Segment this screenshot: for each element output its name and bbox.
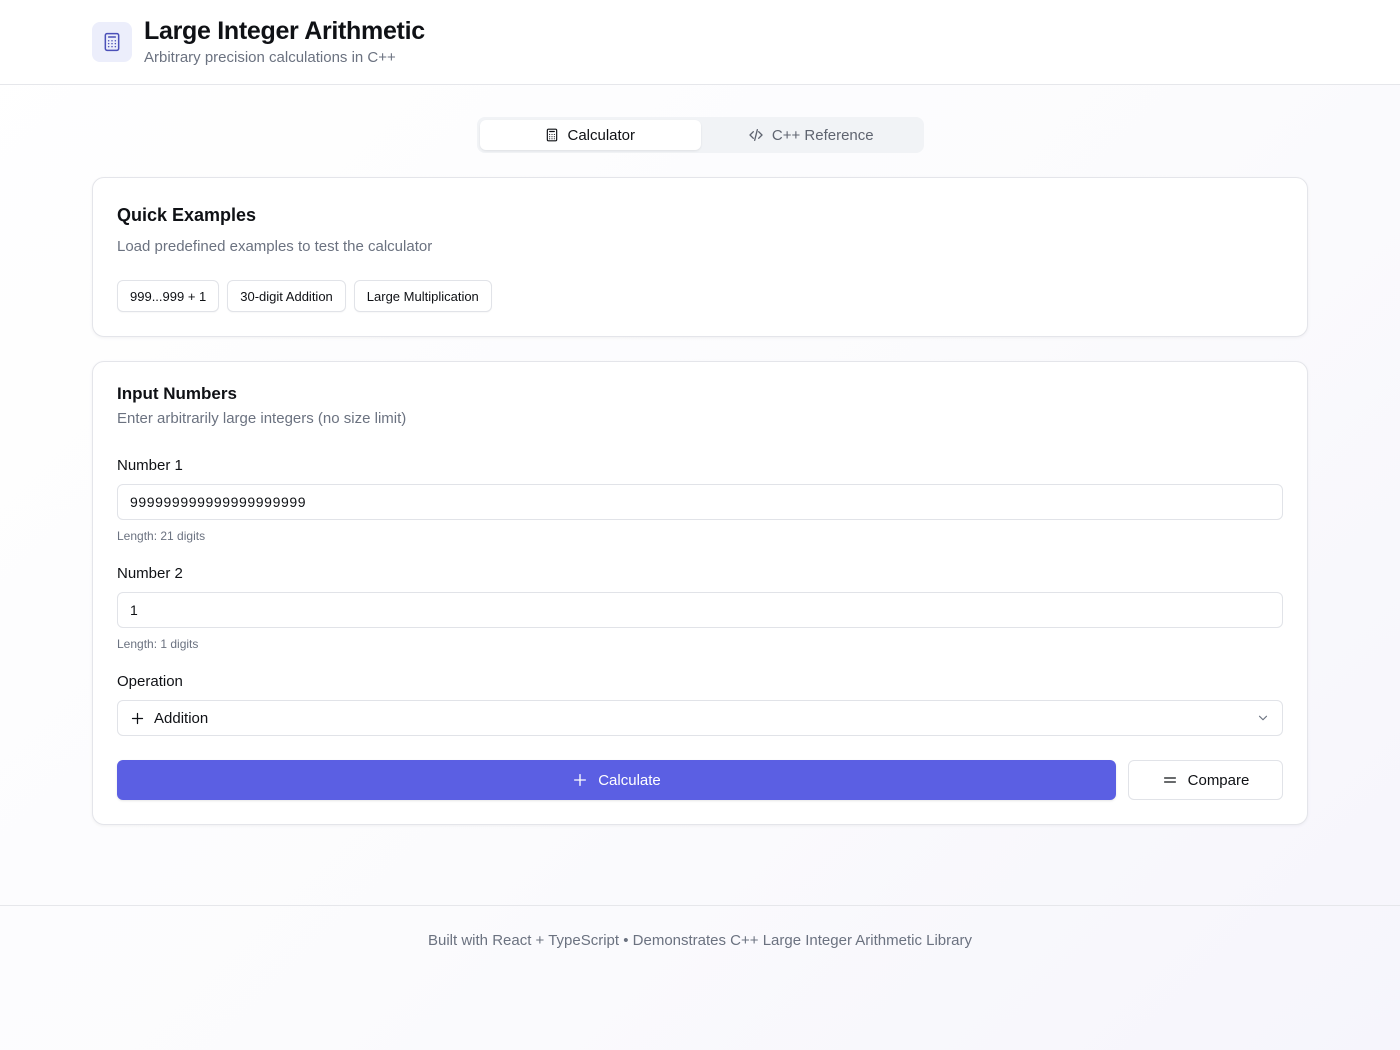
tab-cpp-reference[interactable]: C++ Reference <box>701 120 922 150</box>
quick-examples-card: Quick Examples Load predefined examples … <box>92 177 1308 337</box>
calculate-button-label: Calculate <box>598 771 661 789</box>
quick-examples-description: Load predefined examples to test the cal… <box>117 238 433 255</box>
app-footer: Built with React + TypeScript • Demonstr… <box>0 905 1400 1050</box>
tab-calculator-label: Calculator <box>567 126 636 144</box>
plus-icon <box>572 772 588 788</box>
number1-label: Number 1 <box>117 457 183 474</box>
calculate-button[interactable]: Calculate <box>117 760 1116 800</box>
quick-examples-title: Quick Examples <box>117 205 257 225</box>
example-button-large-multiplication[interactable]: Large Multiplication <box>353 280 492 312</box>
plus-icon <box>130 711 145 726</box>
chevron-down-icon <box>1256 711 1270 725</box>
input-numbers-description: Enter arbitrarily large integers (no siz… <box>117 410 407 427</box>
input-numbers-card: Input Numbers Enter arbitrarily large in… <box>92 361 1308 825</box>
example-button-30-digit-addition[interactable]: 30-digit Addition <box>227 280 346 312</box>
code-icon <box>748 127 764 143</box>
app-header: Large Integer Arithmetic Arbitrary preci… <box>0 0 1400 85</box>
equals-icon <box>1162 772 1178 788</box>
number2-input[interactable] <box>117 592 1283 628</box>
operation-selected-value: Addition <box>154 709 209 727</box>
tab-cpp-reference-label: C++ Reference <box>771 126 874 144</box>
input-numbers-title: Input Numbers <box>117 384 237 403</box>
calculator-icon <box>102 32 122 52</box>
number2-length-hint: Length: 1 digits <box>117 637 199 651</box>
number2-label: Number 2 <box>117 565 183 582</box>
example-button-999-plus-1[interactable]: 999...999 + 1 <box>117 280 220 312</box>
example-buttons: 999...999 + 1 30-digit Addition Large Mu… <box>117 280 492 312</box>
calculator-icon <box>545 128 559 142</box>
operation-select[interactable]: Addition <box>117 700 1283 736</box>
app-subtitle: Arbitrary precision calculations in C++ <box>144 49 396 66</box>
tab-bar: Calculator C++ Reference <box>477 117 924 153</box>
footer-text: Built with React + TypeScript • Demonstr… <box>428 932 972 949</box>
app-logo <box>92 22 132 62</box>
app-title: Large Integer Arithmetic <box>144 17 425 45</box>
tab-calculator[interactable]: Calculator <box>480 120 701 150</box>
operation-label: Operation <box>117 673 183 690</box>
compare-button[interactable]: Compare <box>1128 760 1283 800</box>
number1-input[interactable] <box>117 484 1283 520</box>
compare-button-label: Compare <box>1187 771 1250 789</box>
number1-length-hint: Length: 21 digits <box>117 529 206 543</box>
